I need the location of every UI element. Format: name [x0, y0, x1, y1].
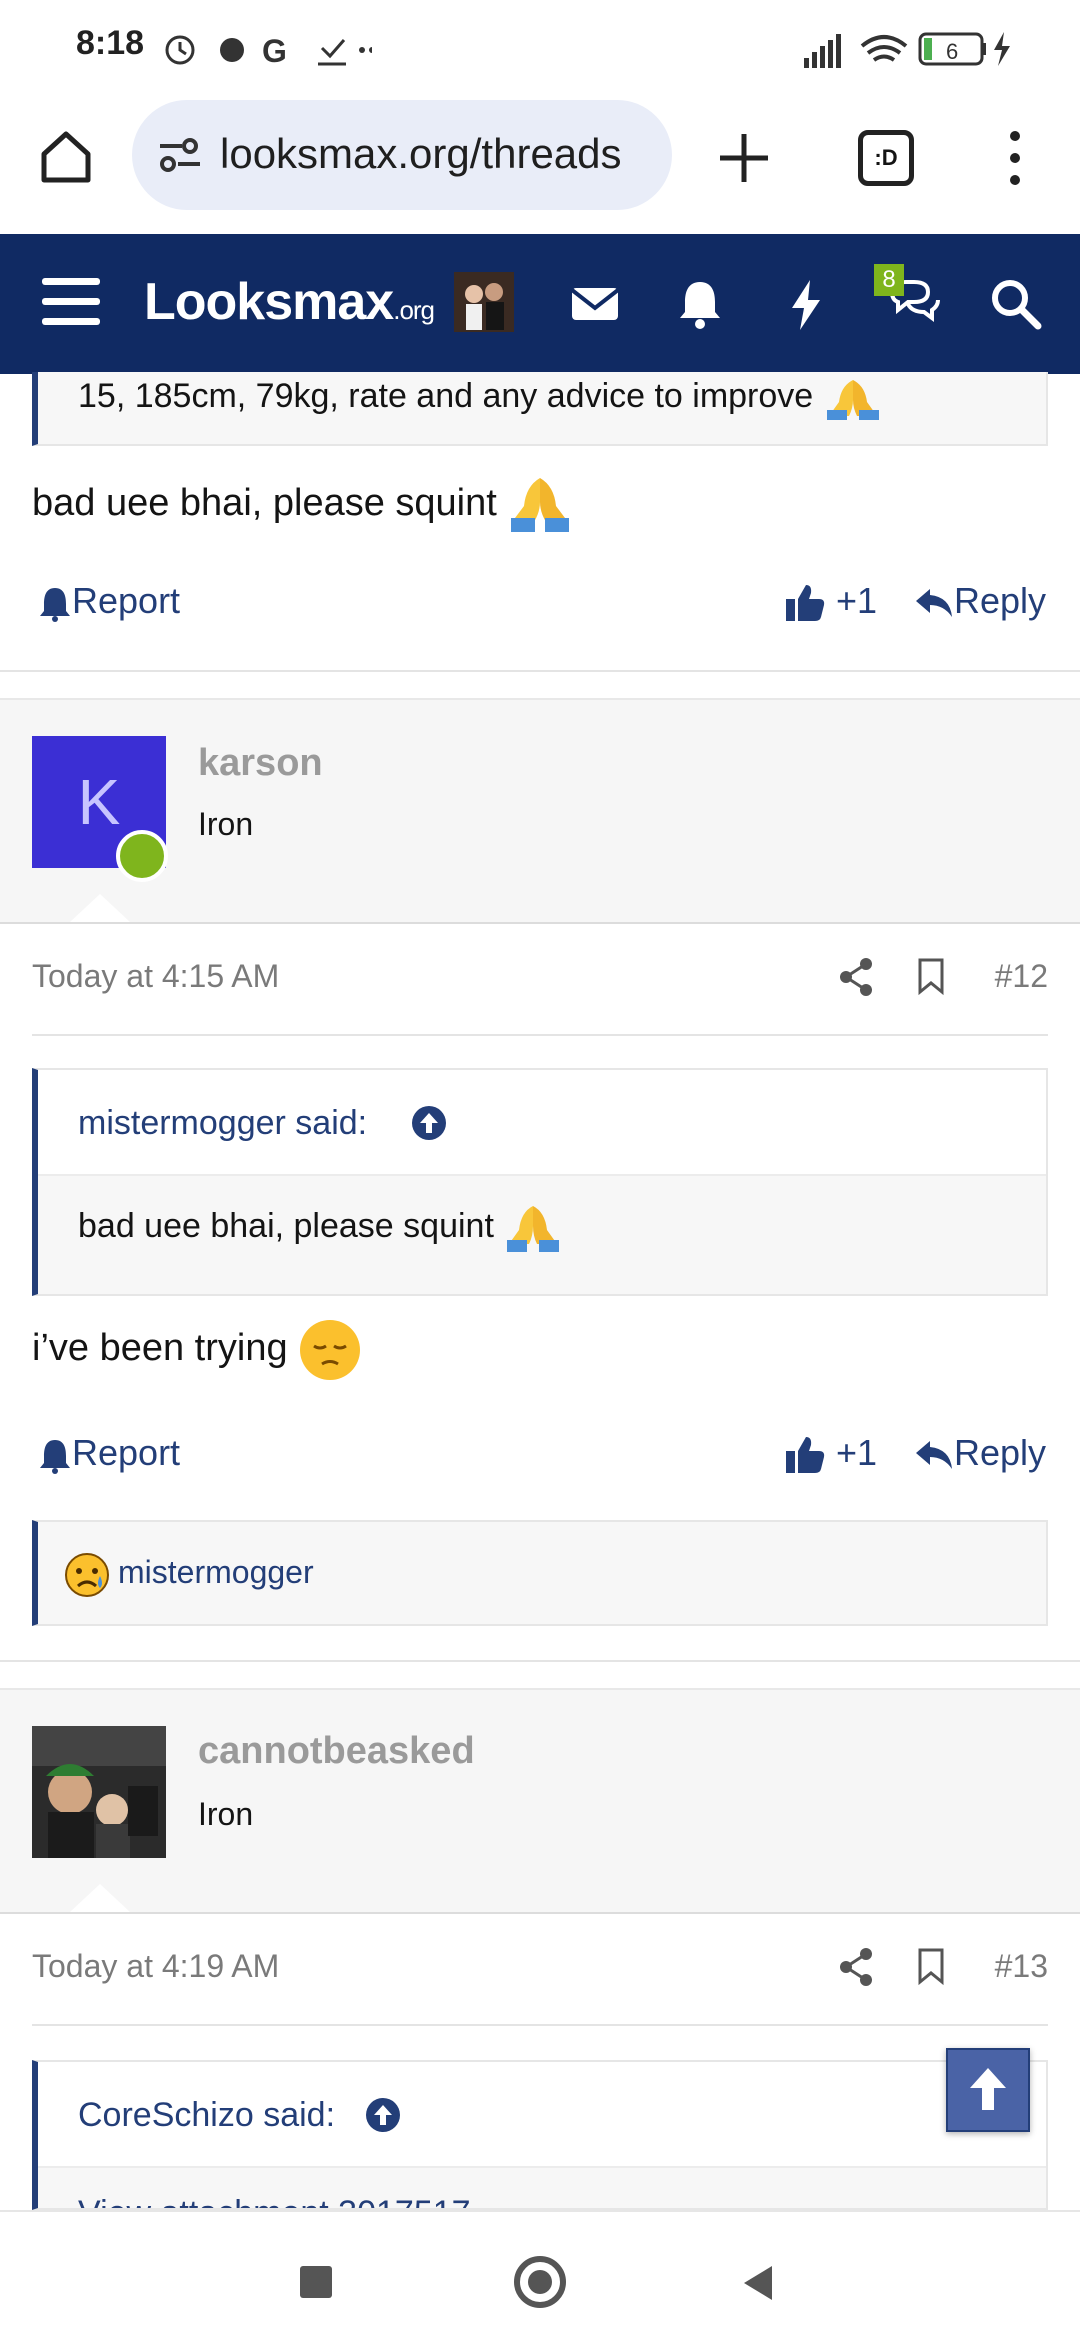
post-header-divider [32, 1034, 1048, 1036]
online-status-indicator [116, 830, 168, 882]
like-button[interactable]: +1 [784, 1432, 877, 1475]
android-navigation-bar [0, 2210, 1080, 2342]
reply-button[interactable]: Reply [914, 580, 1046, 622]
crying-face-emoji [65, 1553, 109, 1597]
quote-header[interactable]: mistermogger said: [38, 1070, 1046, 1176]
logo-suffix: .org [393, 295, 435, 325]
status-time: 8:18 [76, 24, 145, 62]
report-bell-icon [40, 588, 70, 623]
quote-body: bad uee bhai, please squint [78, 1202, 563, 1254]
bookmark-icon[interactable] [914, 1946, 948, 1986]
svg-text:G: G [262, 33, 287, 69]
scroll-to-top-button[interactable] [946, 2048, 1030, 2132]
address-bar[interactable]: looksmax.org/threads [132, 100, 672, 210]
tab-switcher-button[interactable]: :D [858, 130, 914, 186]
reply-arrow-icon [916, 589, 952, 618]
post-number[interactable]: #12 [995, 958, 1048, 995]
post-message: bad uee bhai, please squint [32, 474, 573, 536]
user-avatar[interactable] [454, 272, 514, 332]
jump-to-quote-icon[interactable] [364, 2096, 402, 2134]
site-settings-icon[interactable] [156, 134, 204, 176]
avatar[interactable] [32, 1726, 166, 1858]
post-separator [0, 1660, 1080, 1662]
recents-square-icon[interactable] [300, 2266, 332, 2298]
quote-text: 15, 185cm, 79kg, rate and any advice to … [78, 376, 883, 420]
browser-toolbar: looksmax.org/threads :D [0, 96, 1080, 236]
search-icon[interactable] [986, 274, 1046, 334]
post-user-panel: K karson Iron [0, 698, 1080, 924]
quote-box: CoreSchizo said: View attachment 3017517 [32, 2060, 1048, 2210]
panel-arrow [70, 1884, 130, 1912]
reply-arrow-icon [916, 1441, 952, 1470]
reactions-bar[interactable]: mistermogger [32, 1520, 1048, 1626]
quote-author[interactable]: CoreSchizo said: [78, 2096, 335, 2135]
quote-author[interactable]: mistermogger said: [78, 1104, 367, 1143]
post-date[interactable]: Today at 4:19 AM [32, 1948, 279, 1985]
svg-text:6: 6 [946, 39, 958, 64]
post-number[interactable]: #13 [995, 1948, 1048, 1985]
new-tab-icon[interactable] [716, 130, 772, 186]
thumbs-up-icon [786, 1437, 825, 1474]
username[interactable]: karson [198, 742, 323, 785]
folded-hands-emoji [826, 380, 879, 420]
post-header-divider [32, 2024, 1048, 2026]
back-triangle-icon[interactable] [740, 2264, 776, 2302]
report-button[interactable]: Report [38, 580, 180, 623]
status-bar: 8:18 G 6 [0, 0, 1080, 96]
home-circle-inner [528, 2270, 552, 2294]
site-navbar: Looksmax.org 8 [0, 234, 1080, 374]
browser-menu-icon[interactable] [1000, 126, 1030, 190]
jump-to-quote-icon[interactable] [410, 1104, 448, 1142]
conversations-badge: 8 [874, 264, 904, 296]
like-button[interactable]: +1 [784, 580, 877, 623]
status-notification-icons: G [165, 33, 372, 69]
alerts-bell-icon[interactable] [670, 274, 730, 334]
site-logo[interactable]: Looksmax.org [144, 272, 435, 332]
thumbs-up-icon [786, 585, 825, 622]
arrow-up-icon [970, 2068, 1006, 2110]
user-title: Iron [198, 806, 254, 842]
pensive-face-emoji [300, 1320, 361, 1380]
home-icon[interactable] [36, 126, 96, 186]
quote-box: mistermogger said: bad uee bhai, please … [32, 1068, 1048, 1296]
reaction-user[interactable]: mistermogger [118, 1554, 314, 1591]
reply-button[interactable]: Reply [914, 1432, 1046, 1474]
bookmark-icon[interactable] [914, 956, 948, 996]
quote-header[interactable]: CoreSchizo said: [38, 2062, 1046, 2168]
inbox-envelope-icon[interactable] [566, 274, 626, 334]
user-title: Iron [198, 1796, 254, 1832]
whats-new-bolt-icon[interactable] [776, 274, 836, 334]
status-system-icons: 6 [804, 32, 1010, 68]
post-separator [0, 670, 1080, 672]
panel-arrow [70, 894, 130, 922]
quote-box-partial: 15, 185cm, 79kg, rate and any advice to … [32, 372, 1048, 446]
conversations-button[interactable]: 8 [872, 264, 942, 334]
post-date[interactable]: Today at 4:15 AM [32, 958, 279, 995]
username[interactable]: cannotbeasked [198, 1730, 475, 1773]
folded-hands-emoji [511, 478, 570, 532]
report-bell-icon [40, 1440, 70, 1475]
share-icon[interactable] [836, 956, 876, 998]
folded-hands-emoji [507, 1206, 560, 1252]
report-button[interactable]: Report [38, 1432, 180, 1475]
post-message: i’ve been trying [32, 1318, 362, 1382]
attachment-link[interactable]: View attachment 3017517 [78, 2194, 471, 2208]
url-text: looksmax.org/threads [220, 130, 622, 177]
hamburger-menu-icon[interactable] [42, 276, 100, 328]
logo-text: Looksmax [144, 273, 394, 331]
post-user-panel: cannotbeasked Iron [0, 1688, 1080, 1914]
share-icon[interactable] [836, 1946, 876, 1988]
